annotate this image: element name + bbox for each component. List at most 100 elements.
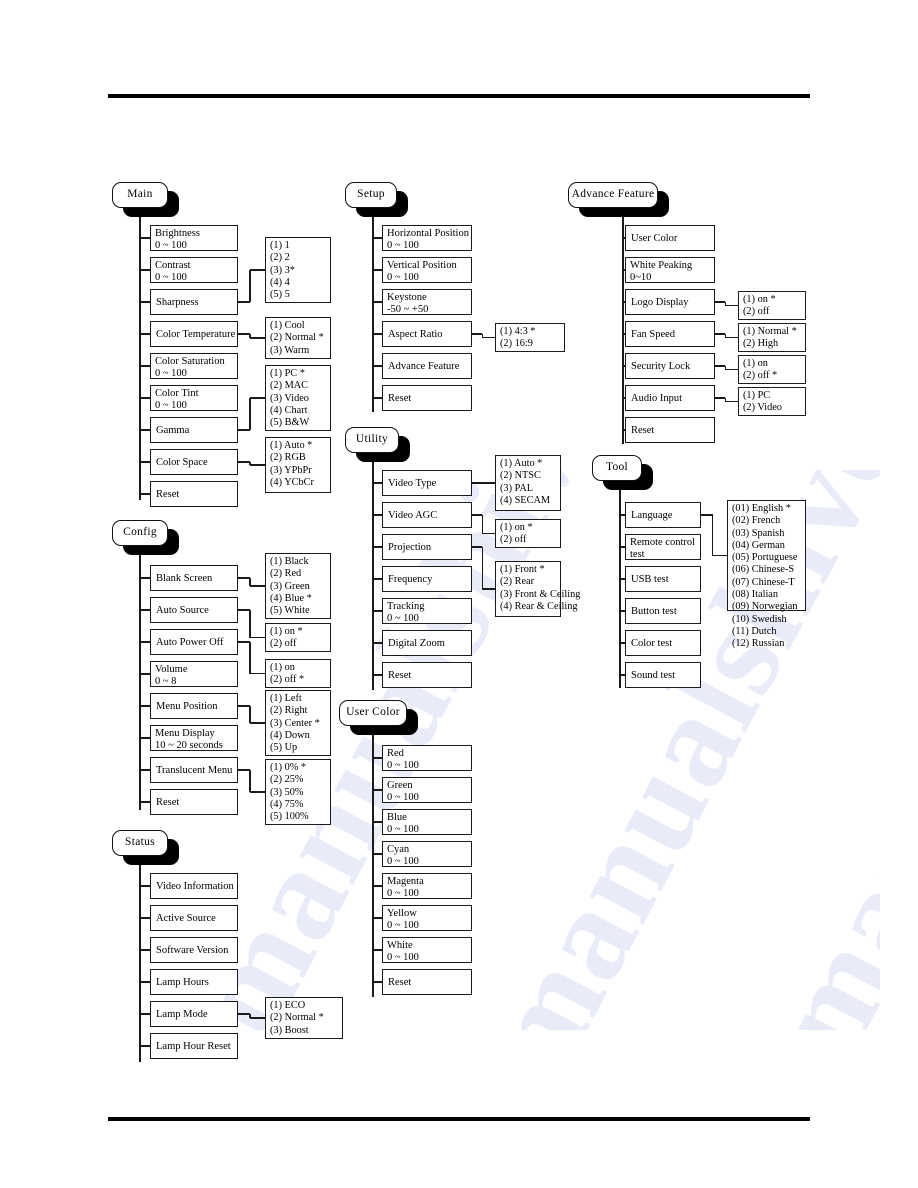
stem-branch bbox=[139, 705, 150, 707]
menu-option-box[interactable]: (1) on (2) off * bbox=[738, 355, 806, 384]
menu-item-box[interactable]: USB test bbox=[625, 566, 701, 592]
menu-item-box[interactable]: Horizontal Position 0 ~ 100 bbox=[382, 225, 472, 251]
menu-item-box[interactable]: Lamp Hours bbox=[150, 969, 238, 995]
menu-item-label: Logo Display bbox=[631, 296, 689, 308]
menu-item-box[interactable]: Color test bbox=[625, 630, 701, 656]
menu-item-box[interactable]: Brightness 0 ~ 100 bbox=[150, 225, 238, 251]
menu-item-range: 0 ~ 100 bbox=[155, 368, 187, 380]
menu-item-range: -50 ~ +50 bbox=[387, 304, 429, 316]
menu-item-box[interactable]: Blue 0 ~ 100 bbox=[382, 809, 472, 835]
menu-item-box[interactable]: Video AGC bbox=[382, 502, 472, 528]
menu-item-box[interactable]: White Peaking 0~10 bbox=[625, 257, 715, 283]
menu-item-box[interactable]: Security Lock bbox=[625, 353, 715, 379]
menu-tab-status[interactable]: Status bbox=[112, 830, 168, 856]
menu-option-box[interactable]: (1) PC (2) Video bbox=[738, 387, 806, 416]
menu-item-box[interactable]: Gamma bbox=[150, 417, 238, 443]
menu-option-box[interactable]: (1) Auto * (2) NTSC (3) PAL (4) SECAM bbox=[495, 455, 561, 511]
menu-item-box[interactable]: Color Space bbox=[150, 449, 238, 475]
menu-item-box[interactable]: Sound test bbox=[625, 662, 701, 688]
menu-option-box[interactable]: (1) Front * (2) Rear (3) Front & Ceiling (4… bbox=[495, 561, 580, 617]
menu-tab-tool[interactable]: Tool bbox=[592, 455, 642, 481]
menu-item-box[interactable]: Video Information bbox=[150, 873, 238, 899]
menu-item-box[interactable]: Digital Zoom bbox=[382, 630, 472, 656]
menu-item-box[interactable]: Cyan 0 ~ 100 bbox=[382, 841, 472, 867]
menu-tab-config[interactable]: Config bbox=[112, 520, 168, 546]
menu-item-box[interactable]: Keystone -50 ~ +50 bbox=[382, 289, 472, 315]
menu-option-item: (2) 25% bbox=[270, 774, 304, 786]
menu-option-box[interactable]: (1) on * (2) off bbox=[738, 291, 806, 320]
menu-item-box[interactable]: Video Type bbox=[382, 470, 472, 496]
menu-item-box[interactable]: Blank Screen bbox=[150, 565, 238, 591]
menu-item-box[interactable]: Logo Display bbox=[625, 289, 715, 315]
menu-item-box[interactable]: White 0 ~ 100 bbox=[382, 937, 472, 963]
menu-item-box[interactable]: Advance Feature bbox=[382, 353, 472, 379]
menu-item-box[interactable]: Red 0 ~ 100 bbox=[382, 745, 472, 771]
menu-option-box[interactable]: (1) ECO (2) Normal * (3) Boost bbox=[265, 997, 343, 1039]
menu-item-box[interactable]: Color Saturation 0 ~ 100 bbox=[150, 353, 238, 379]
menu-item-box[interactable]: Frequency bbox=[382, 566, 472, 592]
menu-item-box[interactable]: Language bbox=[625, 502, 701, 528]
menu-item-box[interactable]: Menu Display 10 ~ 20 seconds bbox=[150, 725, 238, 751]
menu-tab-advance[interactable]: Advance Feature bbox=[568, 182, 658, 208]
menu-tab-main[interactable]: Main bbox=[112, 182, 168, 208]
menu-item-box[interactable]: Remote control test bbox=[625, 534, 701, 560]
menu-item-label: Digital Zoom bbox=[388, 637, 445, 649]
menu-item-label: USB test bbox=[631, 573, 669, 585]
menu-item-box[interactable]: Vertical Position 0 ~ 100 bbox=[382, 257, 472, 283]
menu-item-box[interactable]: Aspect Ratio bbox=[382, 321, 472, 347]
stem-branch bbox=[139, 981, 150, 983]
option-connector bbox=[712, 554, 727, 557]
menu-item-box[interactable]: Active Source bbox=[150, 905, 238, 931]
menu-item-box[interactable]: Tracking 0 ~ 100 bbox=[382, 598, 472, 624]
menu-item-box[interactable]: Lamp Mode bbox=[150, 1001, 238, 1027]
menu-option-box[interactable]: (1) on (2) off * bbox=[265, 659, 331, 688]
menu-tab-utility[interactable]: Utility bbox=[345, 427, 399, 453]
menu-option-box[interactable]: (1) on * (2) off bbox=[265, 623, 331, 652]
menu-item-box[interactable]: Magenta 0 ~ 100 bbox=[382, 873, 472, 899]
menu-item-box[interactable]: Translucent Menu bbox=[150, 757, 238, 783]
menu-item-box[interactable]: Color Temperature bbox=[150, 321, 238, 347]
menu-item-box[interactable]: Auto Power Off bbox=[150, 629, 238, 655]
menu-option-item: (2) RGB bbox=[270, 452, 306, 464]
option-connector bbox=[249, 398, 251, 430]
menu-tab-usercolor[interactable]: User Color bbox=[339, 700, 407, 726]
menu-item-box[interactable]: Reset bbox=[150, 481, 238, 507]
menu-item-box[interactable]: Reset bbox=[382, 385, 472, 411]
menu-option-box[interactable]: (1) Black (2) Red (3) Green (4) Blue * (5) W… bbox=[265, 553, 331, 619]
menu-option-box[interactable]: (1) Left (2) Right (3) Center * (4) Down (5)… bbox=[265, 690, 331, 756]
menu-item-box[interactable]: Button test bbox=[625, 598, 701, 624]
menu-item-box[interactable]: Sharpness bbox=[150, 289, 238, 315]
menu-option-box[interactable]: (1) 4:3 * (2) 16:9 bbox=[495, 323, 565, 352]
menu-item-range: 0 ~ 100 bbox=[387, 272, 419, 284]
menu-item-box[interactable]: Projection bbox=[382, 534, 472, 560]
menu-item-box[interactable]: Audio Input bbox=[625, 385, 715, 411]
menu-item-box[interactable]: Fan Speed bbox=[625, 321, 715, 347]
menu-option-box[interactable]: (1) on * (2) off bbox=[495, 519, 561, 548]
menu-item-range: test bbox=[630, 549, 645, 561]
menu-option-box[interactable]: (1) Auto * (2) RGB (3) YPbPr (4) YCbCr bbox=[265, 437, 331, 493]
menu-item-box[interactable]: Volume 0 ~ 8 bbox=[150, 661, 238, 687]
menu-option-box[interactable]: (1) 0% * (2) 25% (3) 50% (4) 75% (5) 100% bbox=[265, 759, 331, 825]
menu-option-box[interactable]: (1) Cool (2) Normal * (3) Warm bbox=[265, 317, 331, 359]
menu-item-box[interactable]: Reset bbox=[625, 417, 715, 443]
menu-item-box[interactable]: Lamp Hour Reset bbox=[150, 1033, 238, 1059]
menu-item-box[interactable]: Software Version bbox=[150, 937, 238, 963]
menu-item-box[interactable]: Reset bbox=[382, 662, 472, 688]
menu-tab-setup[interactable]: Setup bbox=[345, 182, 397, 208]
menu-item-box[interactable]: Reset bbox=[150, 789, 238, 815]
menu-option-item: (2) off bbox=[743, 306, 770, 318]
menu-item-box[interactable]: Yellow 0 ~ 100 bbox=[382, 905, 472, 931]
menu-item-box[interactable]: Menu Position bbox=[150, 693, 238, 719]
menu-item-box[interactable]: Reset bbox=[382, 969, 472, 995]
stem-branch bbox=[372, 821, 382, 823]
menu-item-box[interactable]: User Color bbox=[625, 225, 715, 251]
menu-option-box[interactable]: (1) Normal * (2) High bbox=[738, 323, 806, 352]
menu-option-box[interactable]: (01) English * (02) French (03) Spanish (04… bbox=[727, 500, 806, 649]
stem-branch bbox=[139, 949, 150, 951]
menu-option-box[interactable]: (1) 1 (2) 2 (3) 3* (4) 4 (5) 5 bbox=[265, 237, 331, 303]
menu-item-box[interactable]: Color Tint 0 ~ 100 bbox=[150, 385, 238, 411]
menu-item-box[interactable]: Auto Source bbox=[150, 597, 238, 623]
menu-item-box[interactable]: Contrast 0 ~ 100 bbox=[150, 257, 238, 283]
menu-option-box[interactable]: (1) PC * (2) MAC (3) Video (4) Chart (5) B&W bbox=[265, 365, 331, 431]
menu-item-box[interactable]: Green 0 ~ 100 bbox=[382, 777, 472, 803]
